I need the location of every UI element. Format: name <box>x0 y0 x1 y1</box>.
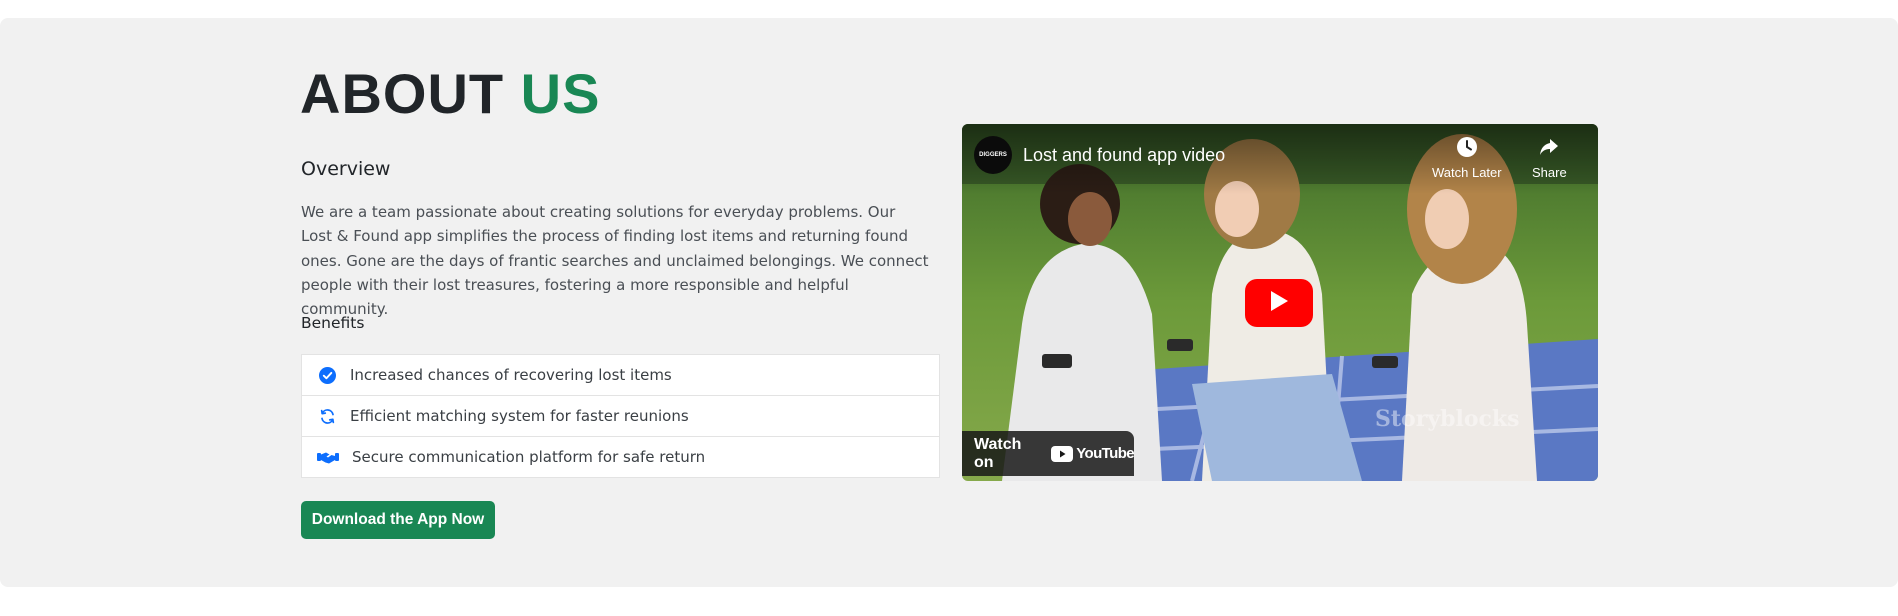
youtube-play-icon <box>1051 445 1074 462</box>
benefit-label: Efficient matching system for faster reu… <box>350 407 689 425</box>
watch-on-youtube-button[interactable]: Watch on YouTube <box>962 431 1135 476</box>
channel-initials: DIGGERS <box>979 152 1007 158</box>
watch-on-label: Watch on <box>974 435 1022 471</box>
benefit-item: Increased chances of recovering lost ite… <box>302 355 939 396</box>
youtube-wordmark: YouTube <box>1076 445 1134 462</box>
watch-later-button[interactable]: Watch Later <box>1432 136 1502 180</box>
video-title[interactable]: Lost and found app video <box>1023 145 1225 166</box>
download-app-button[interactable]: Download the App Now <box>301 501 495 539</box>
benefit-label: Secure communication platform for safe r… <box>352 448 706 466</box>
watch-later-label: Watch Later <box>1432 165 1502 180</box>
benefit-item: Secure communication platform for safe r… <box>302 437 939 477</box>
youtube-logo: YouTube <box>1051 445 1135 462</box>
play-button[interactable] <box>1245 279 1313 327</box>
share-button[interactable]: Share <box>1532 136 1567 180</box>
share-label: Share <box>1532 165 1567 180</box>
about-section <box>0 18 1898 587</box>
overview-paragraph: We are a team passionate about creating … <box>301 203 929 319</box>
clock-icon <box>1456 136 1478 161</box>
benefits-list: Increased chances of recovering lost ite… <box>301 354 940 478</box>
sync-icon <box>317 406 337 426</box>
play-icon <box>1269 290 1289 316</box>
overview-heading: Overview <box>301 158 391 180</box>
video-embed[interactable]: DIGGERS Lost and found app video Watch L… <box>962 124 1598 481</box>
page-title: ABOUT US <box>300 64 600 124</box>
handshake-icon <box>317 447 339 467</box>
benefit-label: Increased chances of recovering lost ite… <box>350 366 672 384</box>
title-part-us: US <box>520 62 601 125</box>
video-watermark: Storyblocks <box>1375 406 1520 432</box>
channel-avatar[interactable]: DIGGERS <box>974 136 1012 174</box>
benefit-item: Efficient matching system for faster reu… <box>302 396 939 437</box>
benefits-heading: Benefits <box>301 314 365 332</box>
title-part-about: ABOUT <box>300 62 505 125</box>
share-arrow-icon <box>1538 136 1560 161</box>
check-circle-icon <box>317 365 337 385</box>
